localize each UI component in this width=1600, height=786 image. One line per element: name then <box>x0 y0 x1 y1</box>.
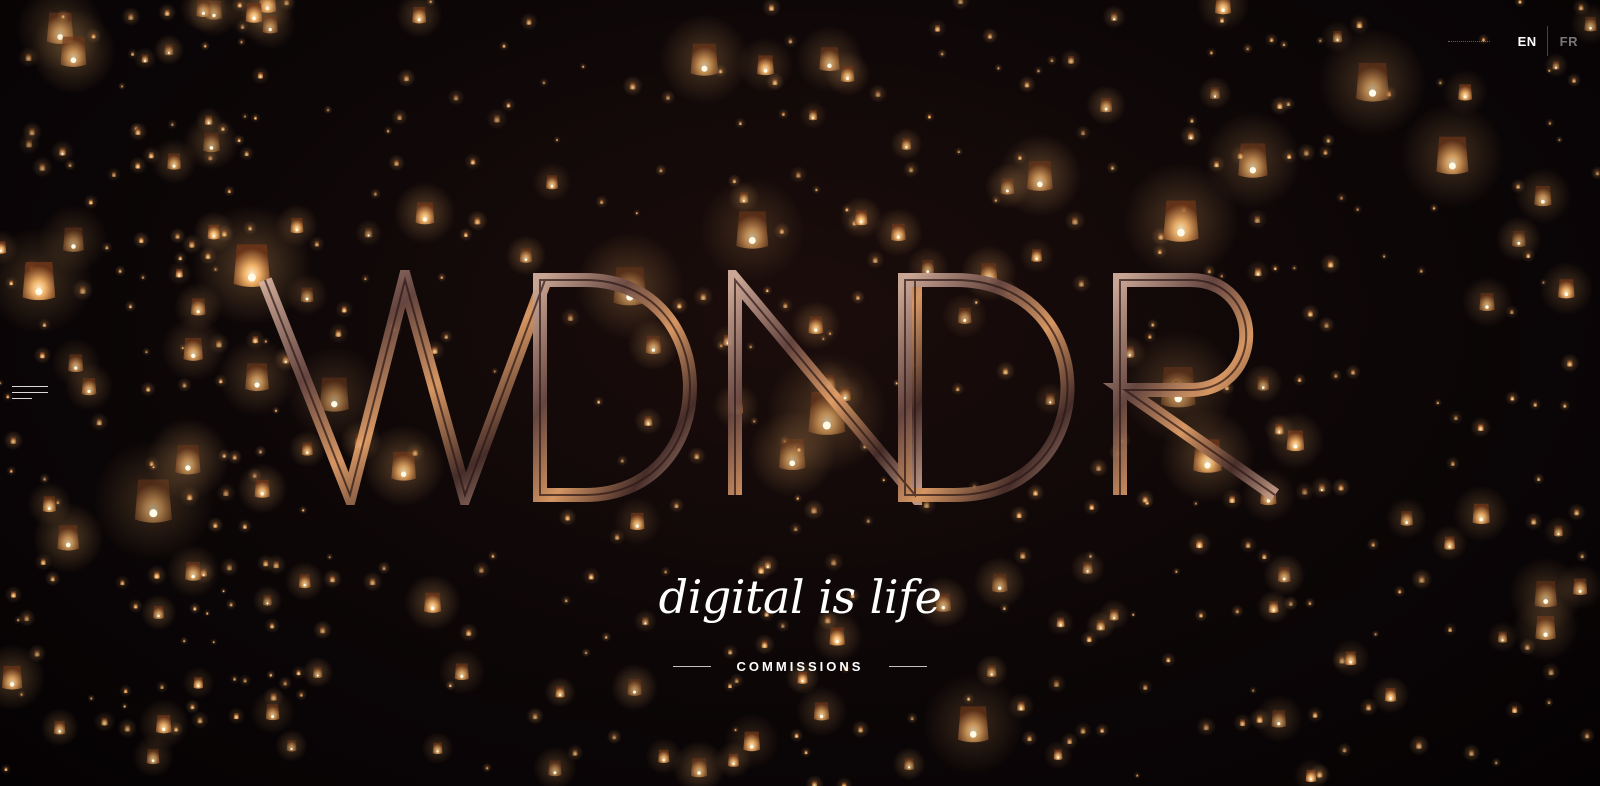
language-switcher: EN FR <box>1447 26 1582 56</box>
cta-left-rule <box>672 666 711 667</box>
wdndr-logo <box>258 270 1280 505</box>
hero-section: EN FR digital is life COMMISSIONS <box>0 0 1600 786</box>
language-divider <box>1447 40 1490 42</box>
tagline: digital is life <box>658 570 942 624</box>
hamburger-menu-icon[interactable] <box>12 386 52 404</box>
commissions-link-row: COMMISSIONS <box>0 659 1600 674</box>
language-fr-link[interactable]: FR <box>1548 34 1582 49</box>
language-en-link[interactable]: EN <box>1508 34 1547 49</box>
cta-right-rule <box>889 666 928 667</box>
commissions-link[interactable]: COMMISSIONS <box>737 659 864 674</box>
